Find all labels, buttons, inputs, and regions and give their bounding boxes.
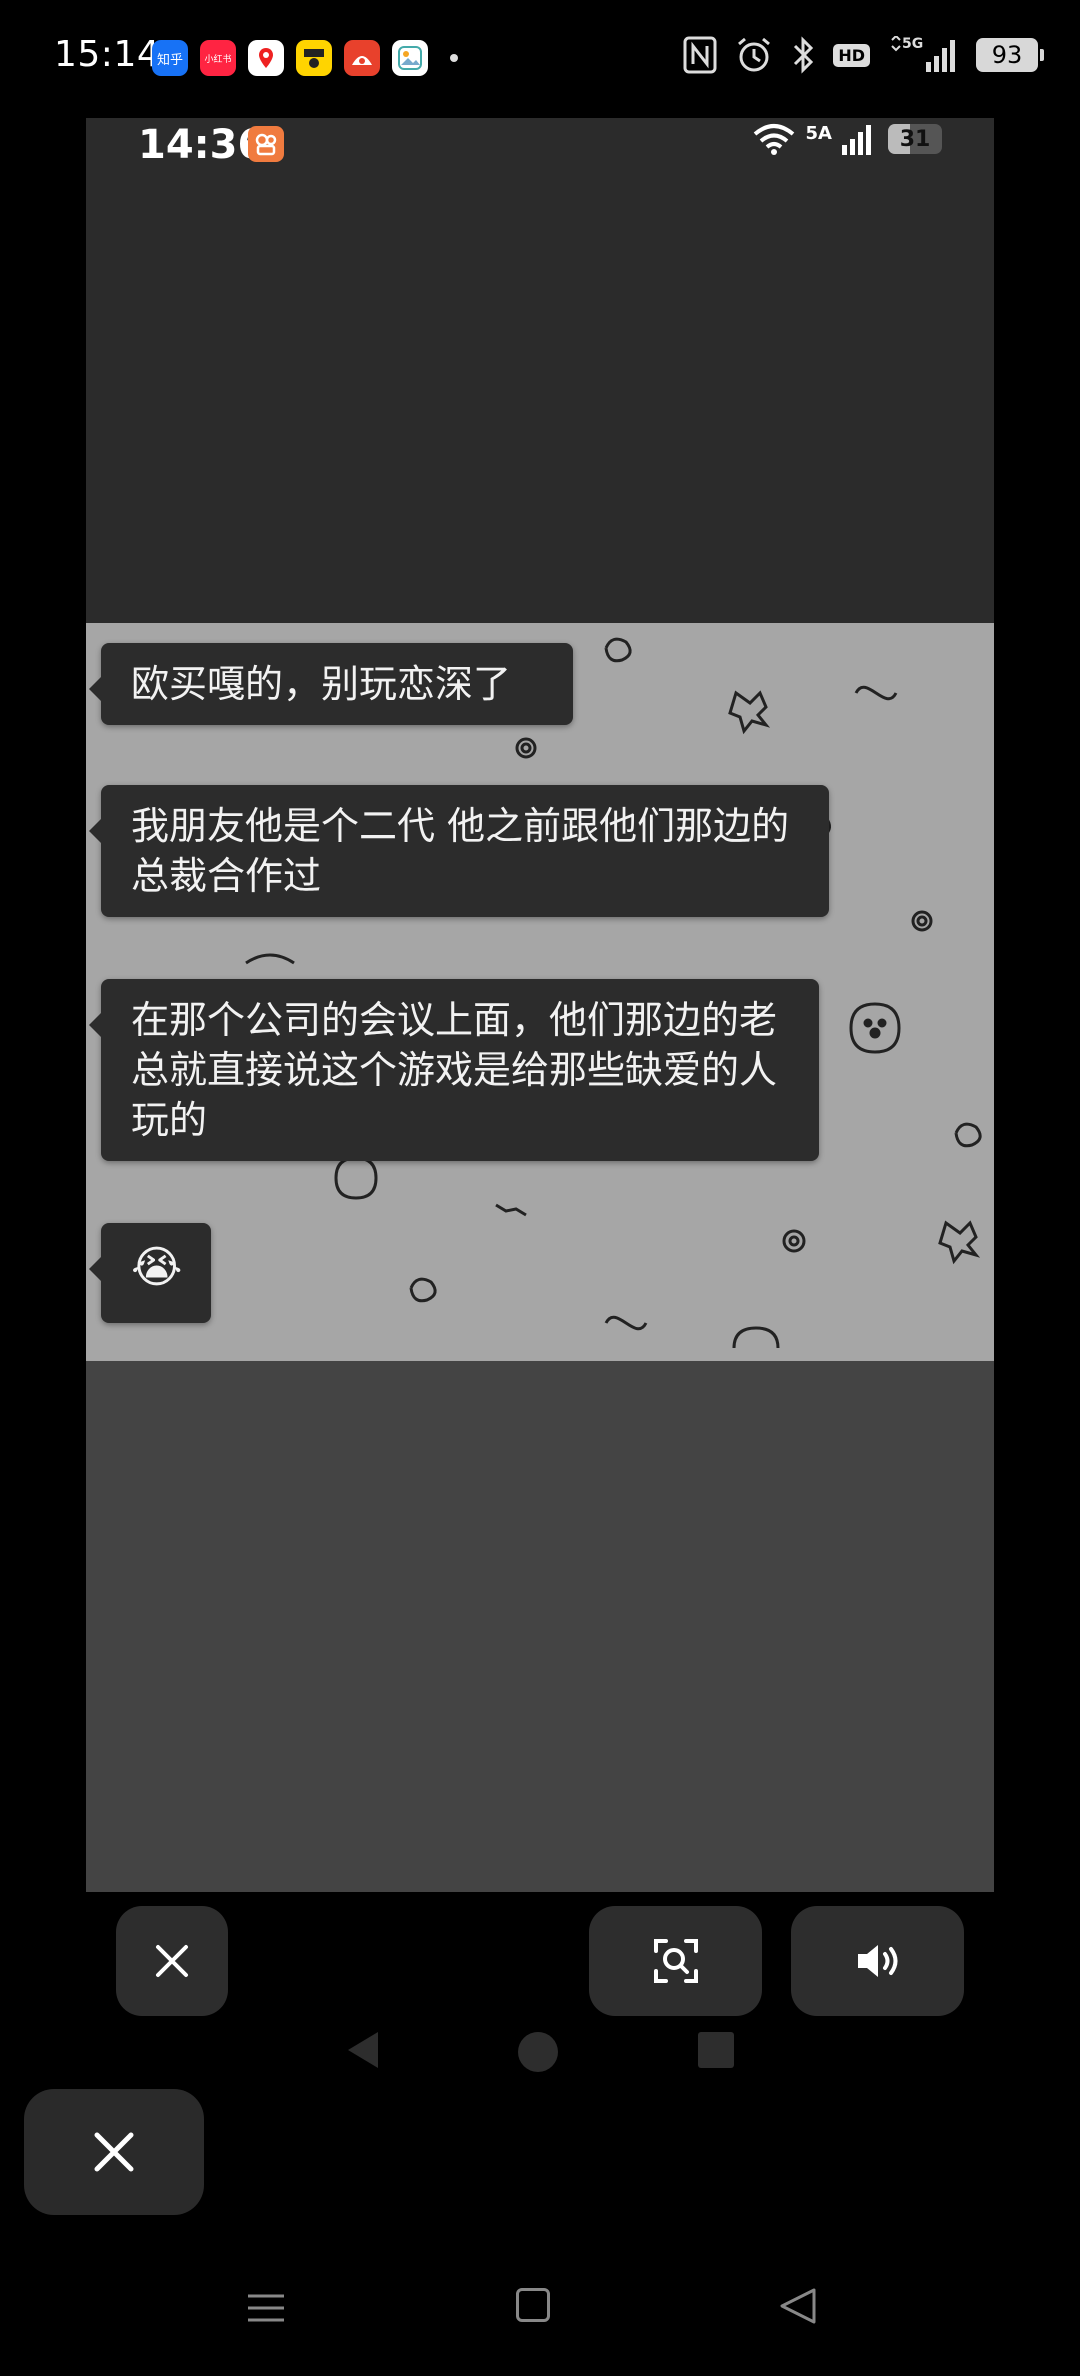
zhihu-app-icon: 知乎 xyxy=(152,40,188,76)
inner-status-bar: 14:36 5A 31 xyxy=(86,118,994,188)
sound-button[interactable] xyxy=(791,1906,964,2016)
inner-navigation-bar xyxy=(0,2030,1080,2072)
inner-battery: 31 xyxy=(888,124,942,154)
speaker-icon xyxy=(857,1945,897,1977)
wifi-icon xyxy=(753,124,794,155)
scan-button[interactable] xyxy=(589,1906,762,2016)
chat-message: 在那个公司的会议上面，他们那边的老总就直接说这个游戏是给那些缺爱的人玩的 xyxy=(89,979,819,1161)
inner-app-icon xyxy=(248,126,284,162)
inner-system-icons: 5A 31 xyxy=(752,122,942,156)
chat-message: 我朋友他是个二代 他之前跟他们那边的总裁合作过 xyxy=(89,785,829,917)
bluetooth-icon xyxy=(791,36,815,74)
captured-screenshot: 14:36 5A 31 欧买嘎的，别玩恋深了 我朋友他是个二代 他之前跟他们那边… xyxy=(86,118,994,1892)
system-navigation-bar xyxy=(0,2270,1080,2350)
close-button[interactable] xyxy=(24,2089,204,2215)
inner-network-type: 5A xyxy=(805,122,832,144)
notification-app-icons: 知乎 小红书 xyxy=(152,40,458,76)
yellow-app-icon xyxy=(296,40,332,76)
lower-dark-area xyxy=(86,1361,994,1892)
status-bar: 15:14 知乎 小红书 HD 5G 93 xyxy=(0,0,1080,118)
chat-message-emoji: 😭 xyxy=(89,1223,211,1323)
scan-icon xyxy=(653,1939,698,1983)
battery-indicator: 93 xyxy=(976,38,1044,72)
inner-signal-icon xyxy=(842,125,871,155)
system-status-icons: HD 5G 93 xyxy=(683,36,1044,74)
chat-message: 欧买嘎的，别玩恋深了 xyxy=(89,643,573,725)
chat-image: 欧买嘎的，别玩恋深了 我朋友他是个二代 他之前跟他们那边的总裁合作过 在那个公司… xyxy=(86,623,994,1361)
close-icon xyxy=(94,2132,134,2172)
hd-icon: HD xyxy=(833,36,870,74)
recents-square-icon xyxy=(698,2032,734,2068)
back-icon[interactable] xyxy=(778,2286,818,2326)
inner-status-time: 14:36 xyxy=(138,122,266,168)
svg-text:5G: 5G xyxy=(902,36,923,52)
signal-5g-icon: 5G xyxy=(888,36,958,74)
nfc-icon xyxy=(683,36,717,74)
home-circle-icon xyxy=(518,2032,558,2072)
alarm-icon xyxy=(735,36,773,74)
photo-app-icon xyxy=(392,40,428,76)
screen: 15:14 知乎 小红书 HD 5G 93 14:36 5A 31 欧买嘎的，别… xyxy=(0,0,1080,2376)
home-button[interactable] xyxy=(516,2288,550,2322)
xiaohongshu-app-icon: 小红书 xyxy=(200,40,236,76)
back-triangle-icon xyxy=(348,2032,378,2068)
menu-icon[interactable] xyxy=(246,2288,286,2328)
battery-level: 93 xyxy=(976,38,1038,72)
close-preview-button[interactable] xyxy=(116,1906,228,2016)
red-app-icon xyxy=(344,40,380,76)
close-icon xyxy=(156,1945,188,1977)
more-notifications-dot xyxy=(450,54,458,62)
map-app-icon xyxy=(248,40,284,76)
status-time: 15:14 xyxy=(54,34,161,75)
